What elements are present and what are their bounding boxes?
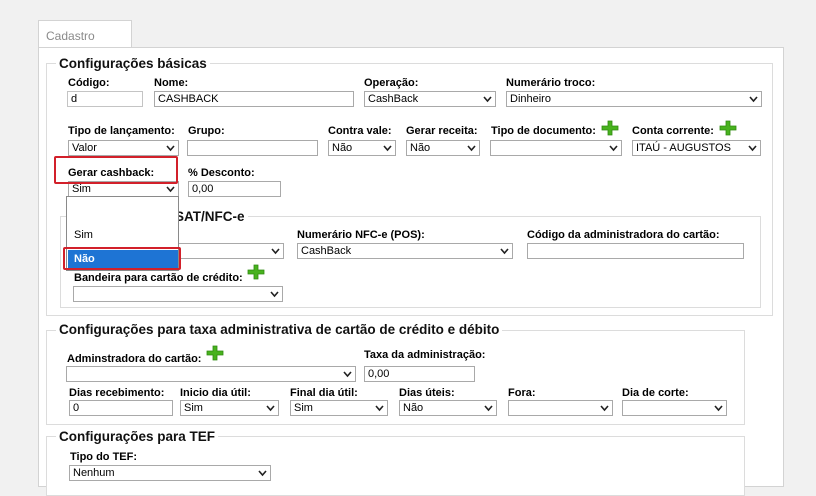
chevron-down-icon [258, 469, 267, 477]
administradora-label: Adminstradora do cartão: [67, 353, 202, 365]
operacao-select[interactable]: CashBack [364, 91, 496, 107]
numerario-troco-select[interactable]: Dinheiro [506, 91, 762, 107]
contra-vale-label: Contra vale: [328, 125, 392, 137]
chevron-down-icon [343, 370, 352, 378]
fora-label: Fora: [508, 387, 536, 399]
dias-uteis-label: Dias úteis: [399, 387, 455, 399]
option-sim[interactable]: Sim [68, 226, 178, 244]
desconto-input[interactable]: 0,00 [188, 181, 281, 197]
tab-cadastro[interactable]: Cadastro [38, 20, 132, 48]
basic-legend: Configurações básicas [56, 56, 210, 72]
conta-corrente-select[interactable]: ITAÚ - AUGUSTOS [632, 140, 761, 156]
chevron-down-icon [166, 185, 175, 193]
gerar-receita-label: Gerar receita: [406, 125, 478, 137]
chevron-down-icon [467, 144, 476, 152]
chevron-down-icon [484, 404, 493, 412]
chevron-down-icon [270, 290, 279, 298]
chevron-down-icon [271, 247, 280, 255]
dias-uteis-select[interactable]: Não [399, 400, 497, 416]
final-dia-util-select[interactable]: Sim [290, 400, 388, 416]
chevron-down-icon [748, 144, 757, 152]
taxa-admin-input[interactable]: 0,00 [364, 366, 475, 382]
numerario-nfce-label: Numerário NFC-e (POS): [297, 229, 425, 241]
bandeira-label: Bandeira para cartão de crédito: [74, 272, 243, 284]
chevron-down-icon [266, 404, 275, 412]
chevron-down-icon [609, 144, 618, 152]
chevron-down-icon [600, 404, 609, 412]
final-dia-util-label: Final dia útil: [290, 387, 358, 399]
tipo-lancamento-label: Tipo de lançamento: [68, 125, 175, 137]
tef-legend: Configurações para TEF [56, 429, 219, 445]
nome-input[interactable]: CASHBACK [154, 91, 354, 107]
chevron-down-icon [383, 144, 392, 152]
numerario-troco-label: Numerário troco: [506, 77, 596, 89]
annotation-box-nao-option [63, 247, 181, 270]
administradora-select[interactable] [66, 366, 356, 382]
codigo-input[interactable]: d [67, 91, 143, 107]
nome-label: Nome: [154, 77, 189, 89]
conta-corrente-label: Conta corrente: [632, 125, 714, 137]
grupo-input[interactable] [187, 140, 318, 156]
chevron-down-icon [166, 144, 175, 152]
sat-legend: SAT/NFC-e [167, 209, 248, 225]
add-bandeira-plus-icon[interactable] [247, 264, 265, 280]
taxa-legend: Configurações para taxa administrativa d… [56, 322, 503, 338]
add-conta-corrente-plus-icon[interactable] [719, 120, 737, 136]
taxa-admin-label: Taxa da administração: [364, 349, 486, 361]
contra-vale-select[interactable]: Não [328, 140, 396, 156]
annotation-box-gerar-cashback [54, 156, 178, 184]
fora-select[interactable] [508, 400, 613, 416]
codigo-admin-input[interactable] [527, 243, 744, 259]
dia-corte-label: Dia de corte: [622, 387, 689, 399]
grupo-label: Grupo: [188, 125, 225, 137]
option-blank[interactable] [68, 203, 178, 221]
chevron-down-icon [714, 404, 723, 412]
dia-corte-select[interactable] [622, 400, 727, 416]
gerar-receita-select[interactable]: Não [406, 140, 480, 156]
tipo-documento-select[interactable] [490, 140, 622, 156]
codigo-label: Código: [68, 77, 110, 89]
chevron-down-icon [500, 247, 509, 255]
numerario-nfce-select[interactable]: CashBack [297, 243, 513, 259]
chevron-down-icon [375, 404, 384, 412]
inicio-dia-util-select[interactable]: Sim [180, 400, 279, 416]
add-tipo-documento-plus-icon[interactable] [601, 120, 619, 136]
inicio-dia-util-label: Inicio dia útil: [180, 387, 251, 399]
tipo-tef-select[interactable]: Nenhum [69, 465, 271, 481]
dias-recebimento-input[interactable]: 0 [69, 400, 173, 416]
tipo-documento-label: Tipo de documento: [491, 125, 596, 137]
bandeira-select[interactable] [73, 286, 283, 302]
tipo-lancamento-select[interactable]: Valor [68, 140, 179, 156]
add-administradora-plus-icon[interactable] [206, 345, 224, 361]
chevron-down-icon [749, 95, 758, 103]
tipo-tef-label: Tipo do TEF: [70, 451, 138, 463]
desconto-label: % Desconto: [188, 167, 255, 179]
chevron-down-icon [483, 95, 492, 103]
operacao-label: Operação: [364, 77, 419, 89]
dias-recebimento-label: Dias recebimento: [69, 387, 165, 399]
codigo-admin-label: Código da administradora do cartão: [527, 229, 720, 241]
